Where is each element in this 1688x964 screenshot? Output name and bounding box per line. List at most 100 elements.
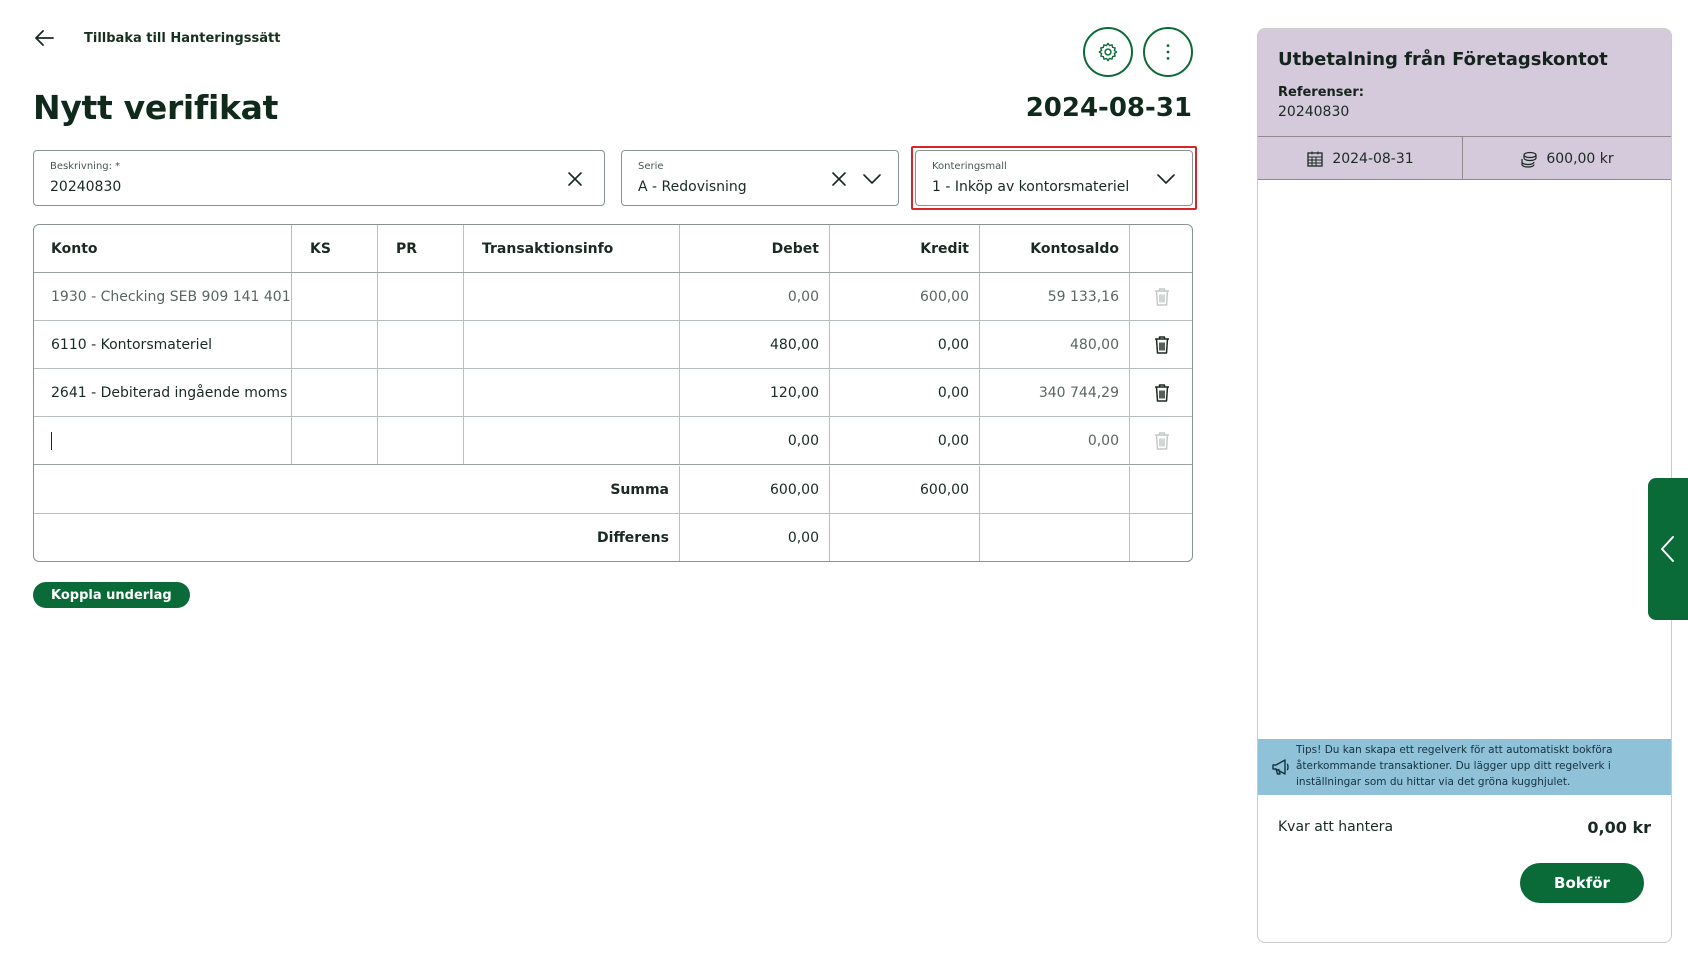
summa-debet: 600,00 (680, 466, 830, 513)
col-ks: KS (292, 225, 378, 272)
col-debet: Debet (680, 225, 830, 272)
text-cursor (51, 431, 52, 450)
transaction-panel: Utbetalning från Företagskontot Referens… (1257, 28, 1672, 943)
col-konto: Konto (34, 225, 292, 272)
trans-cell[interactable] (464, 321, 680, 368)
summa-label: Summa (34, 466, 680, 513)
arrow-left-icon (35, 30, 54, 46)
ks-cell[interactable] (292, 417, 378, 464)
serie-select[interactable]: Serie A - Redovisning (621, 150, 899, 206)
ledger-table: Konto KS PR Transaktionsinfo Debet Kredi… (33, 224, 1193, 562)
konto-input[interactable] (34, 417, 292, 464)
trash-icon (1155, 287, 1169, 306)
konto-cell[interactable]: 1930 - Checking SEB 909 141 401 (34, 273, 292, 320)
description-label: Beskrivning: * (50, 161, 121, 172)
trash-icon (1155, 431, 1169, 450)
reference-value: 20240830 (1278, 104, 1350, 120)
kredit-cell[interactable]: 0,00 (830, 417, 980, 464)
saldo-cell: 59 133,16 (980, 273, 1130, 320)
trans-cell[interactable] (464, 273, 680, 320)
pr-cell[interactable] (378, 273, 464, 320)
debet-cell[interactable]: 480,00 (680, 321, 830, 368)
row-actions (1130, 321, 1192, 368)
summa-row: Summa 600,00 600,00 (34, 466, 1192, 514)
differens-debet: 0,00 (680, 514, 830, 561)
table-row[interactable]: 6110 - Kontorsmateriel 480,00 0,00 480,0… (34, 321, 1192, 369)
col-pr: PR (378, 225, 464, 272)
row-actions (1130, 369, 1192, 416)
col-kontosaldo: Kontosaldo (980, 225, 1130, 272)
trans-cell[interactable] (464, 369, 680, 416)
book-button[interactable]: Bokför (1520, 863, 1644, 903)
coins-icon (1521, 151, 1537, 168)
kredit-cell[interactable]: 600,00 (830, 273, 980, 320)
description-value: 20240830 (50, 179, 122, 195)
summa-kredit: 600,00 (830, 466, 980, 513)
settings-button[interactable] (1083, 27, 1133, 77)
pr-cell[interactable] (378, 417, 464, 464)
page-title: Nytt verifikat (33, 88, 279, 127)
pr-cell[interactable] (378, 321, 464, 368)
differens-label: Differens (34, 514, 680, 561)
calendar-icon (1307, 151, 1323, 167)
more-vertical-icon (1166, 44, 1170, 60)
chevron-down-icon[interactable] (862, 171, 882, 187)
close-icon[interactable] (830, 170, 848, 188)
transaction-date-value: 2024-08-31 (1332, 150, 1414, 167)
back-link[interactable]: Tillbaka till Hanteringssätt (32, 24, 280, 52)
differens-empty (980, 514, 1130, 561)
back-label: Tillbaka till Hanteringssätt (84, 30, 281, 46)
more-options-button[interactable] (1143, 27, 1193, 77)
template-select[interactable]: Konteringsmall 1 - Inköp av kontorsmater… (915, 150, 1193, 206)
saldo-cell: 480,00 (980, 321, 1130, 368)
debet-cell[interactable]: 0,00 (680, 273, 830, 320)
kredit-cell[interactable]: 0,00 (830, 321, 980, 368)
panel-toggle-tab[interactable] (1648, 478, 1688, 620)
konto-cell[interactable]: 2641 - Debiterad ingående moms (34, 369, 292, 416)
debet-cell[interactable]: 120,00 (680, 369, 830, 416)
transaction-date: 2024-08-31 (1258, 137, 1463, 180)
row-actions (1130, 417, 1192, 464)
serie-value: A - Redovisning (638, 179, 747, 195)
description-field[interactable]: Beskrivning: * 20240830 (33, 150, 605, 206)
trash-icon[interactable] (1153, 383, 1171, 403)
tips-banner: Tips! Du kan skapa ett regelverk för att… (1258, 739, 1671, 795)
panel-title: Utbetalning från Företagskontot (1278, 49, 1608, 70)
table-row[interactable]: 1930 - Checking SEB 909 141 401 0,00 600… (34, 273, 1192, 321)
ks-cell[interactable] (292, 273, 378, 320)
transaction-amount-value: 600,00 kr (1546, 150, 1614, 167)
col-transaktionsinfo: Transaktionsinfo (464, 225, 680, 272)
panel-meta: 2024-08-31 600,00 kr (1258, 137, 1671, 180)
table-row[interactable]: 0,00 0,00 0,00 (34, 417, 1192, 465)
template-value: 1 - Inköp av kontorsmateriel (932, 179, 1130, 195)
remaining-label: Kvar att hantera (1278, 819, 1394, 835)
pr-cell[interactable] (378, 369, 464, 416)
col-kredit: Kredit (830, 225, 980, 272)
row-actions (1130, 273, 1192, 320)
saldo-cell: 340 744,29 (980, 369, 1130, 416)
panel-header: Utbetalning från Företagskontot Referens… (1258, 29, 1671, 137)
table-header: Konto KS PR Transaktionsinfo Debet Kredi… (34, 225, 1192, 273)
saldo-cell: 0,00 (980, 417, 1130, 464)
gear-icon (1098, 42, 1118, 62)
differens-kredit (830, 514, 980, 561)
debet-cell[interactable]: 0,00 (680, 417, 830, 464)
table-row[interactable]: 2641 - Debiterad ingående moms 120,00 0,… (34, 369, 1192, 417)
attach-document-button[interactable]: Koppla underlag (33, 582, 190, 608)
summa-empty (980, 466, 1130, 513)
chevron-left-icon (1661, 536, 1674, 562)
transaction-amount: 600,00 kr (1463, 137, 1671, 180)
close-icon[interactable] (566, 170, 584, 188)
konto-cell[interactable]: 6110 - Kontorsmateriel (34, 321, 292, 368)
col-actions (1130, 225, 1192, 272)
ks-cell[interactable] (292, 369, 378, 416)
tips-text: Tips! Du kan skapa ett regelverk för att… (1296, 744, 1613, 788)
serie-label: Serie (638, 161, 664, 172)
trash-icon[interactable] (1153, 335, 1171, 355)
trans-cell[interactable] (464, 417, 680, 464)
chevron-down-icon[interactable] (1156, 171, 1176, 187)
template-label: Konteringsmall (932, 161, 1007, 172)
ks-cell[interactable] (292, 321, 378, 368)
megaphone-icon (1272, 759, 1289, 775)
kredit-cell[interactable]: 0,00 (830, 369, 980, 416)
